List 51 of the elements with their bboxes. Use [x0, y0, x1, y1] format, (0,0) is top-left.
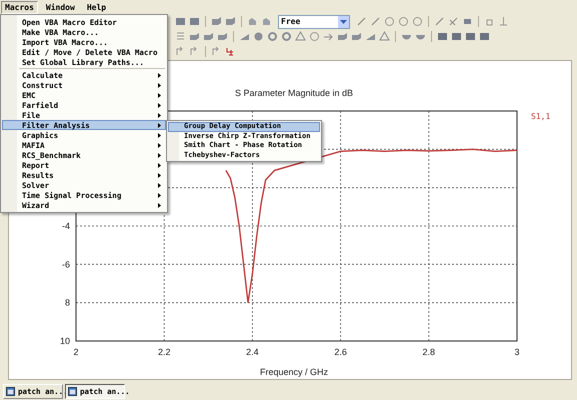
window-icon — [68, 386, 77, 396]
square-icon[interactable] — [479, 31, 490, 42]
cross-icon[interactable] — [448, 16, 459, 27]
mode-dropdown[interactable]: Free — [278, 14, 350, 28]
square-icon[interactable] — [465, 31, 476, 42]
menu-item[interactable]: Help — [82, 0, 110, 14]
y-tick-label: -4 — [62, 221, 70, 231]
wedge-icon[interactable] — [365, 31, 376, 42]
x-axis-label: Frequency / GHz — [260, 367, 328, 377]
chart-title: S Parameter Magnitude in dB — [234, 88, 354, 98]
wedge-icon[interactable] — [239, 31, 250, 42]
cone-icon[interactable] — [379, 31, 390, 42]
window-icon — [6, 386, 15, 396]
square-icon[interactable] — [175, 16, 186, 27]
brick-icon[interactable] — [203, 31, 214, 42]
ring-icon[interactable] — [267, 31, 278, 42]
square-icon[interactable] — [462, 16, 473, 27]
legend-label: S1,1 — [531, 112, 550, 121]
square-icon[interactable] — [189, 16, 200, 27]
y-tick-label: 8 — [64, 298, 70, 308]
arrow-icon[interactable] — [323, 31, 334, 42]
circle-icon[interactable] — [412, 16, 423, 27]
sphere-icon[interactable] — [253, 31, 264, 42]
caret-icon — [340, 20, 347, 24]
x-tick-label: 2.4 — [246, 347, 259, 357]
circle-icon[interactable] — [384, 16, 395, 27]
x-tick-label: 2 — [74, 347, 78, 357]
menu-item[interactable]: Window — [42, 0, 79, 14]
circle-icon[interactable] — [398, 16, 409, 27]
list-icon[interactable] — [175, 31, 186, 42]
brick-icon[interactable] — [189, 31, 200, 42]
brick-icon[interactable] — [211, 16, 222, 27]
square-icon[interactable] — [451, 31, 462, 42]
square-icon[interactable] — [437, 31, 448, 42]
line-icon[interactable] — [356, 16, 367, 27]
line-icon[interactable] — [434, 16, 445, 27]
ring-icon[interactable] — [281, 31, 292, 42]
circle-icon[interactable] — [309, 31, 320, 42]
cone-icon[interactable] — [295, 31, 306, 42]
brick-icon[interactable] — [351, 31, 362, 42]
x-tick-label: 2.8 — [422, 347, 436, 357]
y-tick-label: -6 — [62, 259, 70, 270]
x-tick-label: 2.6 — [334, 347, 347, 357]
brick-icon[interactable] — [337, 31, 348, 42]
x-tick-label: 2.2 — [158, 347, 170, 357]
brick-icon[interactable] — [225, 16, 236, 27]
brick-icon[interactable] — [217, 31, 228, 42]
x-tick-label: 3 — [514, 347, 520, 357]
line-icon[interactable] — [370, 16, 381, 27]
y-tick-label: 10 — [60, 336, 70, 346]
menu-item[interactable]: Macros — [1, 0, 38, 14]
